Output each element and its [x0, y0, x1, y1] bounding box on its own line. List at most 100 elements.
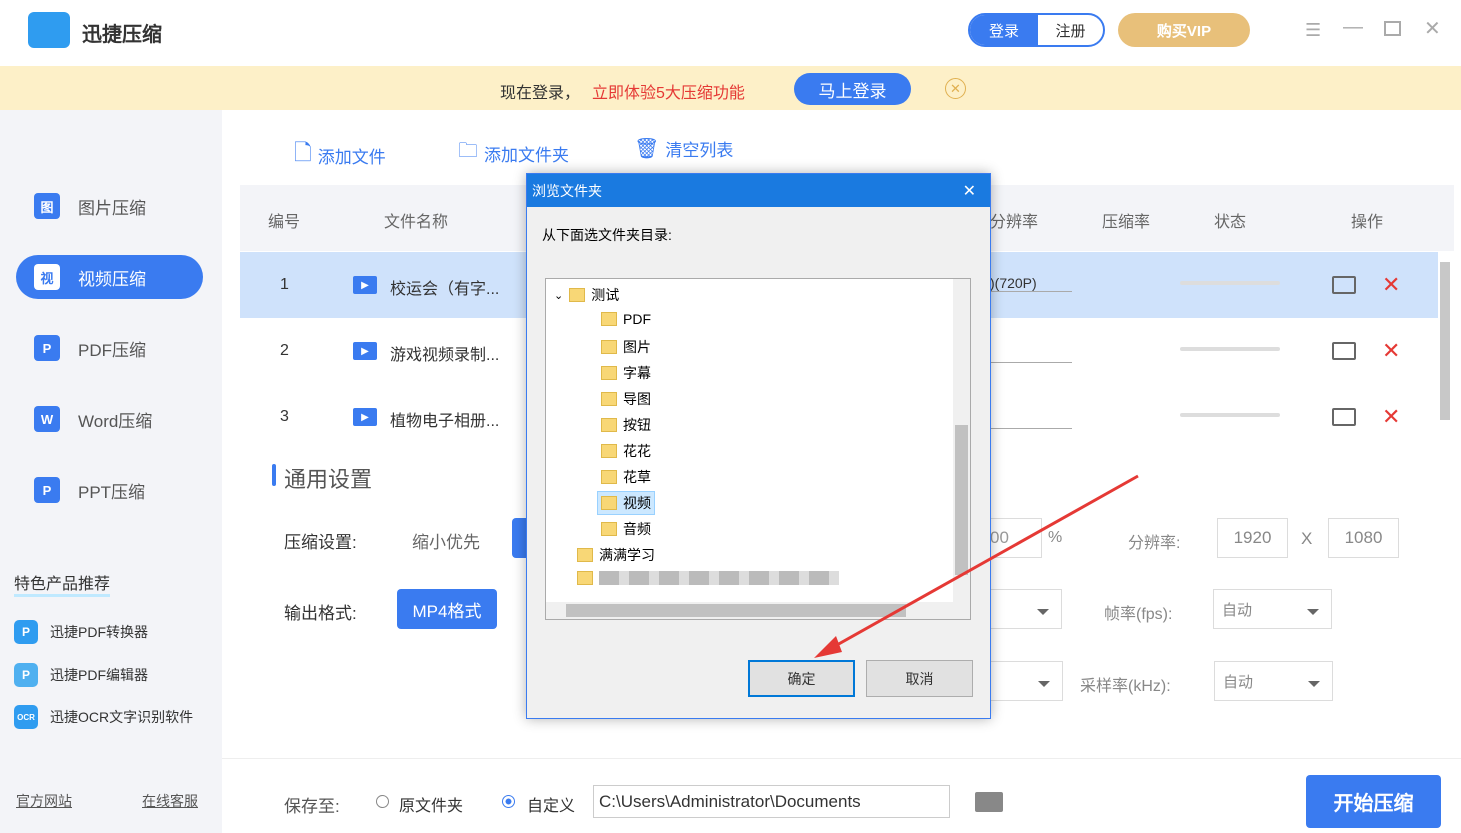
minimize-icon[interactable]: — — [1343, 16, 1363, 39]
node-label: 花草 — [623, 469, 651, 485]
node-label: 测试 — [591, 287, 620, 303]
open-folder-icon[interactable] — [1332, 342, 1356, 360]
tree-node[interactable]: PDF — [601, 311, 651, 327]
format-label: 输出格式: — [284, 604, 357, 623]
scroll-thumb[interactable] — [955, 425, 968, 575]
close-icon[interactable]: ✕ — [1424, 16, 1441, 41]
tree-node[interactable]: 导图 — [601, 389, 651, 409]
compress-label: 压缩设置: — [284, 533, 357, 552]
delete-icon[interactable]: ✕ — [1382, 338, 1400, 364]
save-path-input[interactable]: C:\Users\Administrator\Documents — [593, 785, 950, 818]
add-file-button[interactable]: 🗋 添加文件 — [294, 136, 386, 174]
dialog-close-icon[interactable]: ✕ — [963, 181, 976, 201]
height-input[interactable]: 1080 — [1328, 518, 1399, 558]
fps-select[interactable]: 自动 — [1213, 589, 1332, 629]
folder-icon — [601, 496, 617, 510]
delete-icon[interactable]: ✕ — [1382, 404, 1400, 430]
trash-icon: 🗑 — [634, 138, 660, 160]
rec-ocr[interactable]: OCR 迅捷OCR文字识别软件 — [14, 705, 193, 729]
caret-down-icon — [1038, 681, 1050, 687]
radio-custom[interactable] — [502, 795, 515, 808]
node-label: 满满学习 — [599, 547, 655, 563]
folder-tree[interactable]: ⌄ 测试 PDF 图片 字幕 导图 按钮 花花 花草 视频 音频 满满学习 — [545, 278, 971, 620]
tree-node[interactable]: 花花 — [601, 441, 651, 461]
image-icon: 图 — [34, 193, 60, 219]
login-button[interactable]: 登录 — [970, 15, 1038, 45]
sidebar-item-video[interactable]: 视视频压缩 — [16, 255, 203, 299]
row-resolution-select[interactable] — [990, 407, 1072, 429]
maximize-icon[interactable] — [1384, 21, 1401, 36]
sidebar-item-pdf[interactable]: P PDF压缩 — [16, 326, 203, 370]
video-file-icon: ▶ — [353, 276, 377, 294]
sidebar-item-ppt[interactable]: P PPT压缩 — [16, 468, 203, 512]
pdf-icon: P — [34, 335, 60, 361]
select-partial-1[interactable] — [990, 589, 1062, 629]
browse-folder-icon[interactable] — [975, 792, 1003, 812]
video-icon: 视 — [34, 264, 60, 290]
quality-input[interactable]: 00 — [990, 518, 1042, 558]
add-folder-label: 添加文件夹 — [484, 145, 569, 165]
progress-bar — [1180, 413, 1280, 417]
tree-node-selected[interactable]: 视频 — [597, 491, 655, 515]
login-now-button[interactable]: 马上登录 — [794, 73, 911, 105]
register-button[interactable]: 注册 — [1038, 15, 1103, 45]
row-no: 2 — [280, 342, 289, 359]
fps-label: 帧率(fps): — [1104, 606, 1173, 623]
tree-node[interactable]: 图片 — [601, 337, 651, 357]
row-resolution-select[interactable]: )(720P) — [990, 275, 1072, 292]
tree-node[interactable]: 花草 — [601, 467, 651, 487]
sidebar-item-word[interactable]: W Word压缩 — [16, 397, 203, 441]
open-folder-icon[interactable] — [1332, 408, 1356, 426]
tree-node[interactable]: 按钮 — [601, 415, 651, 435]
add-folder-button[interactable]: 🗀 添加文件夹 — [458, 136, 569, 170]
official-site-link[interactable]: 官方网站 — [16, 791, 72, 811]
tree-hscrollbar[interactable] — [546, 602, 970, 619]
menu-icon[interactable]: ☰ — [1305, 20, 1321, 41]
tree-node[interactable]: 字幕 — [601, 363, 651, 383]
width-input[interactable]: 1920 — [1217, 518, 1288, 558]
tree-node-blurred[interactable] — [577, 571, 839, 585]
sample-rate-value: 自动 — [1223, 673, 1254, 691]
clear-list-button[interactable]: 🗑 清空列表 — [634, 136, 733, 161]
ocr-icon: OCR — [14, 705, 38, 729]
blurred-label — [599, 571, 839, 585]
rec-pdf-converter[interactable]: P 迅捷PDF转换器 — [14, 620, 148, 644]
add-file-label: 添加文件 — [317, 147, 386, 167]
header-status: 状态 — [1214, 214, 1247, 231]
scroll-thumb[interactable] — [566, 604, 906, 617]
node-label: 花花 — [623, 443, 651, 459]
buy-vip-button[interactable]: 购买VIP — [1118, 13, 1250, 47]
banner-close-icon[interactable]: ✕ — [945, 78, 966, 99]
select-partial-2[interactable] — [990, 661, 1063, 701]
sample-rate-select[interactable]: 自动 — [1214, 661, 1333, 701]
tree-node-root[interactable]: ⌄ 测试 — [554, 285, 619, 305]
cancel-button[interactable]: 取消 — [866, 660, 973, 697]
node-label: 字幕 — [623, 365, 651, 381]
folder-icon — [601, 418, 617, 432]
row-resolution-select[interactable] — [990, 341, 1072, 363]
pdf-converter-icon: P — [14, 620, 38, 644]
sidebar-item-image[interactable]: 图图片压缩 — [16, 184, 203, 228]
row-filename: 植物电子相册... — [390, 413, 500, 430]
ok-button[interactable]: 确定 — [748, 660, 855, 697]
radio-original[interactable] — [376, 795, 389, 808]
rec-pdf-editor[interactable]: P 迅捷PDF编辑器 — [14, 663, 148, 687]
caret-down-icon — [1308, 681, 1320, 687]
tree-vscrollbar[interactable] — [953, 279, 970, 602]
table-scrollbar[interactable] — [1440, 262, 1450, 420]
start-compress-button[interactable]: 开始压缩 — [1306, 775, 1441, 828]
node-label: 按钮 — [623, 417, 651, 433]
original-folder-label: 原文件夹 — [399, 798, 464, 815]
online-service-link[interactable]: 在线客服 — [142, 791, 198, 811]
format-button[interactable]: MP4格式 — [397, 589, 497, 629]
tree-node[interactable]: 音频 — [601, 519, 651, 539]
compress-option-size[interactable]: 缩小优先 — [412, 528, 480, 553]
chevron-down-icon: ⌄ — [554, 289, 564, 302]
open-folder-icon[interactable] — [1332, 276, 1356, 294]
delete-icon[interactable]: ✕ — [1382, 272, 1400, 298]
app-title: 迅捷压缩 — [82, 24, 162, 46]
header-resolution: 分辨率 — [990, 214, 1039, 231]
rec-label: 迅捷PDF转换器 — [50, 624, 148, 640]
folder-icon — [601, 470, 617, 484]
tree-node[interactable]: 满满学习 — [577, 545, 655, 565]
